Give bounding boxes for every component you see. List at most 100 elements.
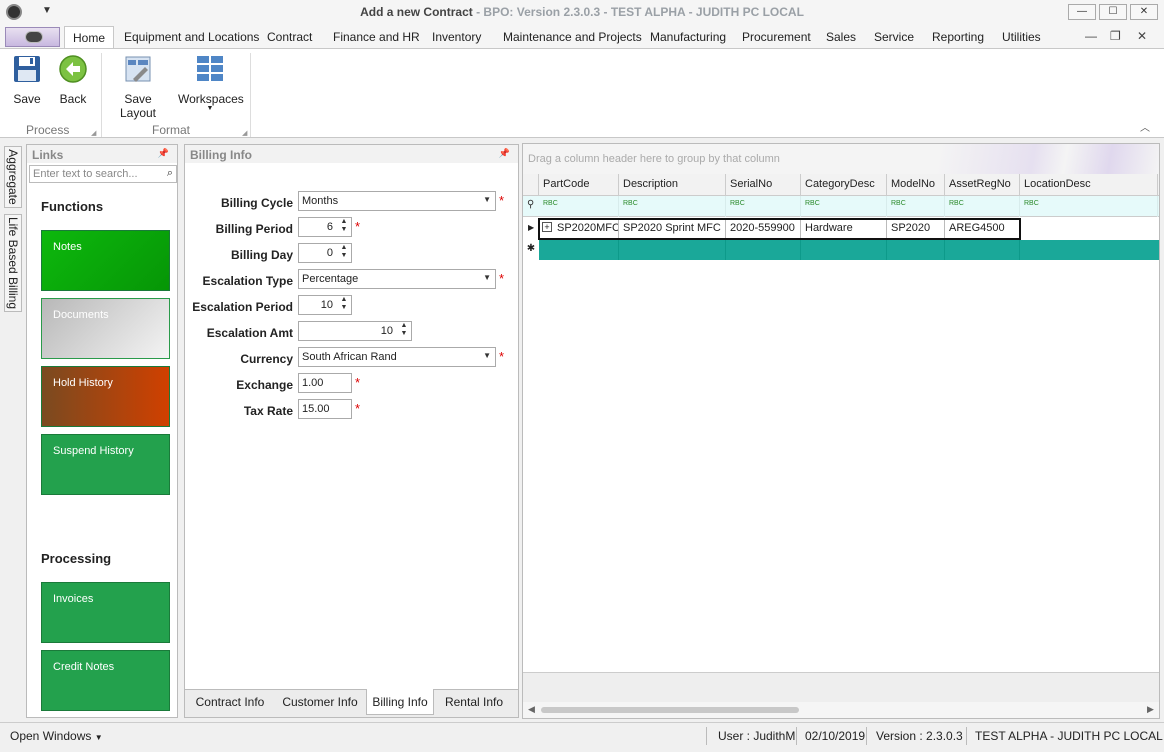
column-header-assetregno[interactable]: AssetRegNo	[945, 174, 1020, 196]
notes-tile[interactable]: Notes	[41, 230, 170, 291]
scroll-left-icon[interactable]: ◀	[528, 704, 535, 715]
status-divider	[866, 727, 867, 745]
chevron-down-icon[interactable]: ▼	[483, 195, 491, 204]
tab-contract-info[interactable]: Contract Info	[190, 689, 270, 715]
column-header-serialno[interactable]: SerialNo	[726, 174, 801, 196]
tab-billing-info[interactable]: Billing Info	[366, 689, 434, 715]
suspend-history-tile[interactable]: Suspend History	[41, 434, 170, 495]
format-group-launcher-icon[interactable]: ◢	[242, 129, 247, 137]
tax-rate-field[interactable]: 15.00	[298, 399, 352, 419]
search-icon[interactable]: ⌕	[167, 167, 173, 180]
tab-rental-info[interactable]: Rental Info	[440, 689, 508, 715]
new-cell[interactable]	[887, 240, 945, 260]
chevron-down-icon[interactable]: ▼	[483, 351, 491, 360]
tab-service[interactable]: Service	[874, 30, 914, 44]
horizontal-scrollbar[interactable]: ◀ ▶	[523, 702, 1159, 718]
escalation-type-label: Escalation Type	[202, 274, 293, 288]
links-search-input[interactable]: Enter text to search... ⌕	[29, 165, 177, 183]
layout-tools-icon	[125, 56, 151, 82]
mdi-close-icon[interactable]: ✕	[1137, 29, 1147, 43]
new-cell[interactable]	[619, 240, 726, 260]
column-header-locationdesc[interactable]: LocationDesc	[1020, 174, 1158, 196]
pin-icon[interactable]: 📌	[499, 148, 510, 159]
save-button[interactable]: Save	[10, 54, 44, 106]
new-cell[interactable]	[726, 240, 801, 260]
grid-header-row: PartCode Description SerialNo CategoryDe…	[523, 174, 1159, 196]
spin-arrows-icon[interactable]: ▲ ▼	[337, 296, 351, 314]
column-header-partcode[interactable]: PartCode	[539, 174, 619, 196]
escalation-period-label: Escalation Period	[192, 300, 293, 314]
save-layout-button[interactable]: Save Layout	[105, 54, 171, 120]
processing-heading: Processing	[41, 551, 112, 566]
column-header-modelno[interactable]: ModelNo	[887, 174, 945, 196]
tab-inventory[interactable]: Inventory	[432, 30, 481, 44]
workspaces-button[interactable]: Workspaces ▼	[178, 54, 244, 112]
escalation-type-select[interactable]: Percentage ▼	[298, 269, 496, 289]
spin-arrows-icon[interactable]: ▲ ▼	[397, 322, 411, 340]
row-selection-outline	[538, 218, 1021, 240]
group-by-panel[interactable]: Drag a column header here to group by th…	[523, 144, 1159, 174]
billing-day-label: Billing Day	[230, 248, 293, 262]
collapse-ribbon-icon[interactable]: ︿	[1140, 119, 1150, 134]
billing-period-stepper[interactable]: 6 ▲ ▼	[298, 217, 352, 237]
tab-maintenance-and-projects[interactable]: Maintenance and Projects	[503, 30, 642, 44]
tab-sales[interactable]: Sales	[826, 30, 856, 44]
tab-utilities[interactable]: Utilities	[1002, 30, 1041, 44]
invoices-tile[interactable]: Invoices	[41, 582, 170, 643]
tab-contract[interactable]: Contract	[267, 30, 312, 44]
open-windows-button[interactable]: Open Windows ▼	[10, 729, 103, 743]
chevron-down-icon[interactable]: ▼	[483, 273, 491, 282]
tab-customer-info[interactable]: Customer Info	[280, 689, 360, 715]
tab-finance-and-hr[interactable]: Finance and HR	[333, 30, 420, 44]
filter-description[interactable]: RBC	[619, 196, 726, 217]
billing-info-title: Billing Info	[185, 145, 518, 163]
tab-procurement[interactable]: Procurement	[742, 30, 811, 44]
escalation-amt-stepper[interactable]: 10 ▲ ▼	[298, 321, 412, 341]
filter-locationdesc[interactable]: RBC	[1020, 196, 1158, 217]
cell-locationdesc[interactable]	[1020, 218, 1158, 240]
column-header-categorydesc[interactable]: CategoryDesc	[801, 174, 887, 196]
currency-select[interactable]: South African Rand ▼	[298, 347, 496, 367]
scroll-right-icon[interactable]: ▶	[1147, 704, 1154, 715]
tab-reporting[interactable]: Reporting	[932, 30, 984, 44]
required-indicator: *	[355, 401, 361, 416]
tab-equipment-and-locations[interactable]: Equipment and Locations	[124, 30, 259, 44]
tab-home[interactable]: Home	[64, 26, 115, 49]
side-tab-life-based-billing[interactable]: Life Based Billing	[4, 214, 22, 312]
links-panel: Links 📌 Enter text to search... ⌕ Functi…	[26, 144, 178, 718]
back-button[interactable]: Back	[56, 54, 90, 106]
billing-day-stepper[interactable]: 0 ▲ ▼	[298, 243, 352, 263]
application-menu-button[interactable]	[5, 27, 60, 47]
escalation-period-stepper[interactable]: 10 ▲ ▼	[298, 295, 352, 315]
exchange-field[interactable]: 1.00	[298, 373, 352, 393]
side-tab-aggregate[interactable]: Aggregate	[4, 146, 22, 208]
pin-icon[interactable]: 📌	[158, 148, 169, 159]
scrollbar-thumb[interactable]	[541, 707, 799, 713]
maximize-button[interactable]: ☐	[1099, 4, 1127, 20]
hold-history-tile[interactable]: Hold History	[41, 366, 170, 427]
column-header-description[interactable]: Description	[619, 174, 726, 196]
minimize-button[interactable]: —	[1068, 4, 1096, 20]
billing-cycle-select[interactable]: Months ▼	[298, 191, 496, 211]
floppy-disk-icon	[14, 56, 40, 82]
new-cell[interactable]	[539, 240, 619, 260]
mdi-minimize-icon[interactable]: —	[1085, 29, 1097, 43]
process-group-launcher-icon[interactable]: ◢	[91, 129, 96, 137]
new-item-row[interactable]: ✱	[523, 240, 1159, 260]
spin-arrows-icon[interactable]: ▲ ▼	[337, 218, 351, 236]
credit-notes-tile[interactable]: Credit Notes	[41, 650, 170, 711]
new-cell[interactable]	[945, 240, 1020, 260]
filter-categorydesc[interactable]: RBC	[801, 196, 887, 217]
spin-arrows-icon[interactable]: ▲ ▼	[337, 244, 351, 262]
close-button[interactable]: ✕	[1130, 4, 1158, 20]
filter-serialno[interactable]: RBC	[726, 196, 801, 217]
mdi-restore-icon[interactable]: ❐	[1110, 29, 1121, 43]
table-row[interactable]: ▶ + SP2020MFC SP2020 Sprint MFC 2020-559…	[523, 218, 1159, 240]
tab-manufacturing[interactable]: Manufacturing	[650, 30, 726, 44]
status-divider	[796, 727, 797, 745]
new-cell[interactable]	[801, 240, 887, 260]
filter-modelno[interactable]: RBC	[887, 196, 945, 217]
filter-assetregno[interactable]: RBC	[945, 196, 1020, 217]
filter-partcode[interactable]: RBC	[539, 196, 619, 217]
documents-tile[interactable]: Documents	[41, 298, 170, 359]
